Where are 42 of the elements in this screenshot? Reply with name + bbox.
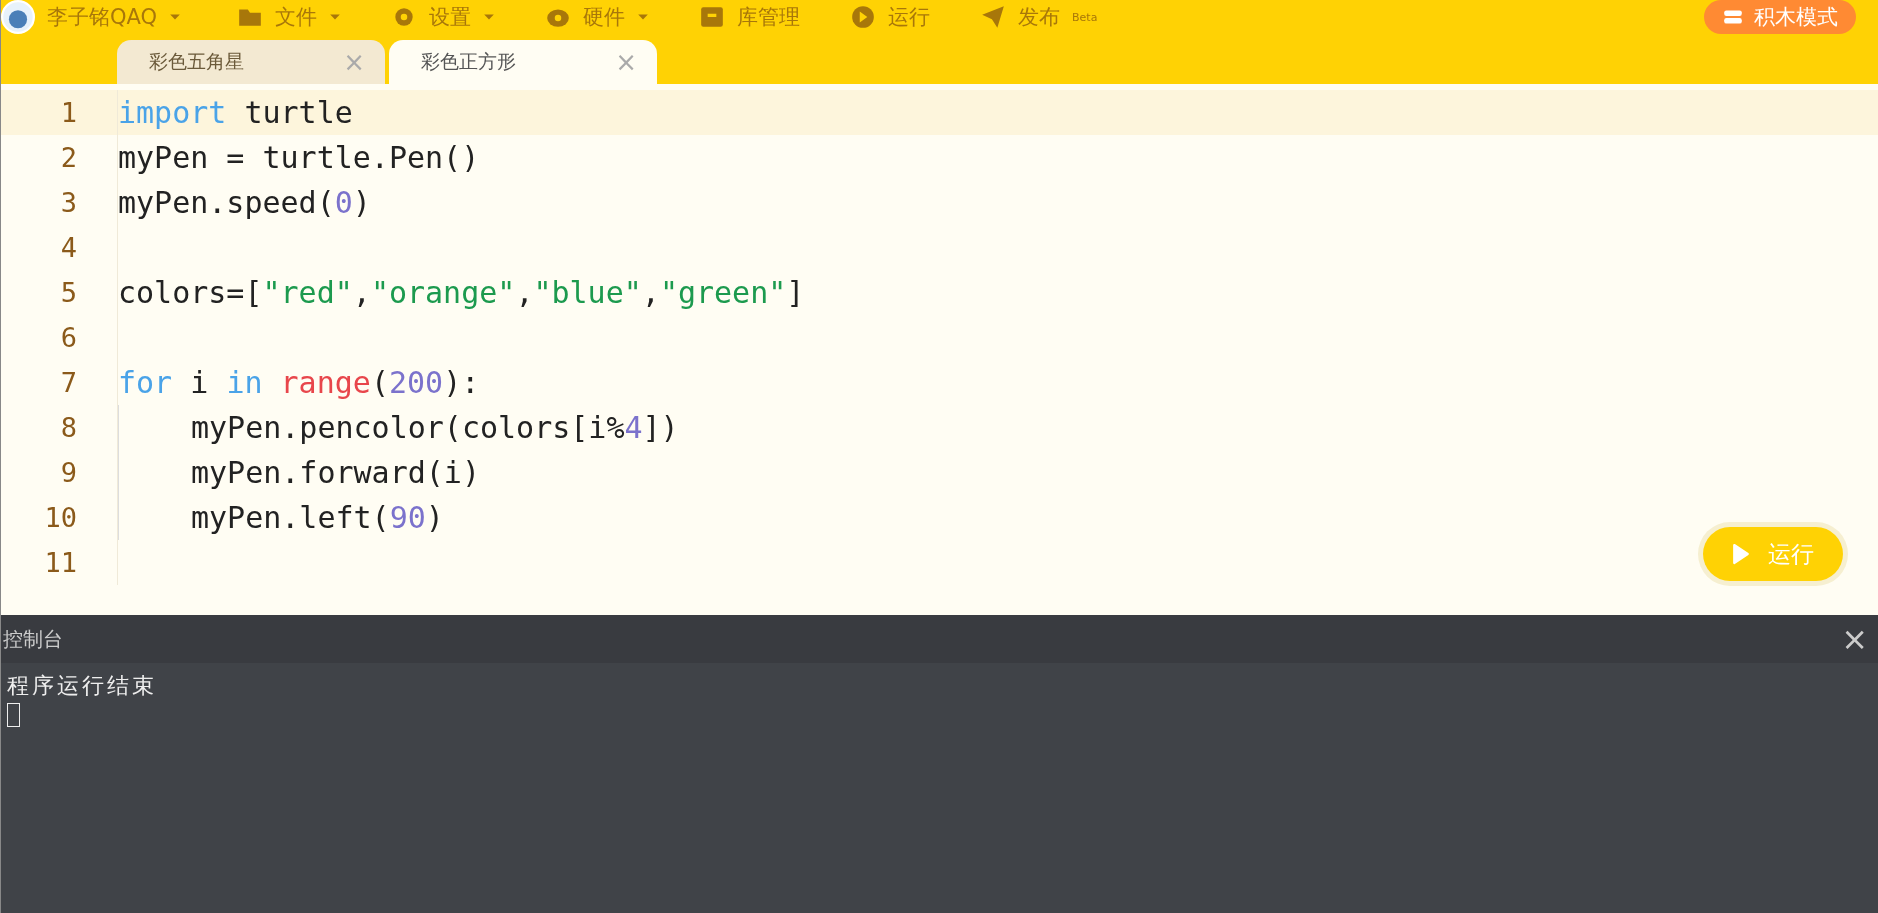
line-number: 1 (1, 90, 118, 135)
code-line: for i in range(200): (118, 365, 480, 400)
line-number: 4 (1, 225, 118, 270)
menu-item[interactable]: 硬件 (583, 3, 625, 31)
play-icon (850, 4, 876, 30)
menu-item[interactable]: 运行 (888, 3, 930, 31)
user-name[interactable]: 李子铭QAQ (47, 3, 158, 31)
menu-item[interactable]: 文件 (275, 3, 317, 31)
code-editor[interactable]: 1 import turtle 2 myPen = turtle.Pen() 3 myPen.speed(0) 4 5 colors=["red","orange","blue","green"] 6 7 for i in range(200): 8 myPen.pencolor(colors[i%4]) 9 myPen.forward(i) 10 myPen.left(90) 11 运行 (1, 84, 1878, 615)
code-line: myPen.left(90) (191, 500, 444, 535)
blocks-icon (1722, 8, 1744, 26)
play-icon (1732, 542, 1750, 566)
code-line: myPen.speed(0) (118, 185, 371, 220)
code-line: myPen.forward(i) (191, 455, 480, 490)
menu-item[interactable]: 库管理 (737, 3, 800, 31)
line-number: 2 (1, 135, 118, 180)
code-line: colors=["red","orange","blue","green"] (118, 275, 805, 310)
avatar-icon[interactable] (1, 0, 35, 34)
code-line: myPen = turtle.Pen() (118, 140, 480, 175)
console-title: 控制台 (3, 625, 63, 653)
file-tab[interactable]: 彩色正方形 × (389, 40, 657, 84)
menu-item[interactable]: 设置 (429, 3, 471, 31)
file-tab[interactable]: 彩色五角星 × (117, 40, 385, 84)
close-icon[interactable]: × (615, 47, 637, 77)
line-number: 8 (1, 405, 118, 450)
line-number: 11 (1, 540, 118, 585)
box-icon (699, 4, 725, 30)
close-icon[interactable]: × (343, 47, 365, 77)
menu-item[interactable]: 发布$^{Beta}$ (1018, 3, 1098, 31)
block-mode-button[interactable]: 积木模式 (1704, 0, 1856, 34)
console-output: 程序运行结束 (7, 672, 157, 700)
close-icon[interactable]: × (1841, 620, 1868, 658)
line-number: 7 (1, 360, 118, 405)
code-line: import turtle (118, 95, 353, 130)
line-number: 5 (1, 270, 118, 315)
line-number: 6 (1, 315, 118, 360)
line-number: 9 (1, 450, 118, 495)
code-line: myPen.pencolor(colors[i%4]) (191, 410, 679, 445)
line-number: 3 (1, 180, 118, 225)
text-cursor (7, 703, 20, 727)
line-number: 10 (1, 495, 118, 540)
paper-plane-icon (980, 4, 1006, 30)
